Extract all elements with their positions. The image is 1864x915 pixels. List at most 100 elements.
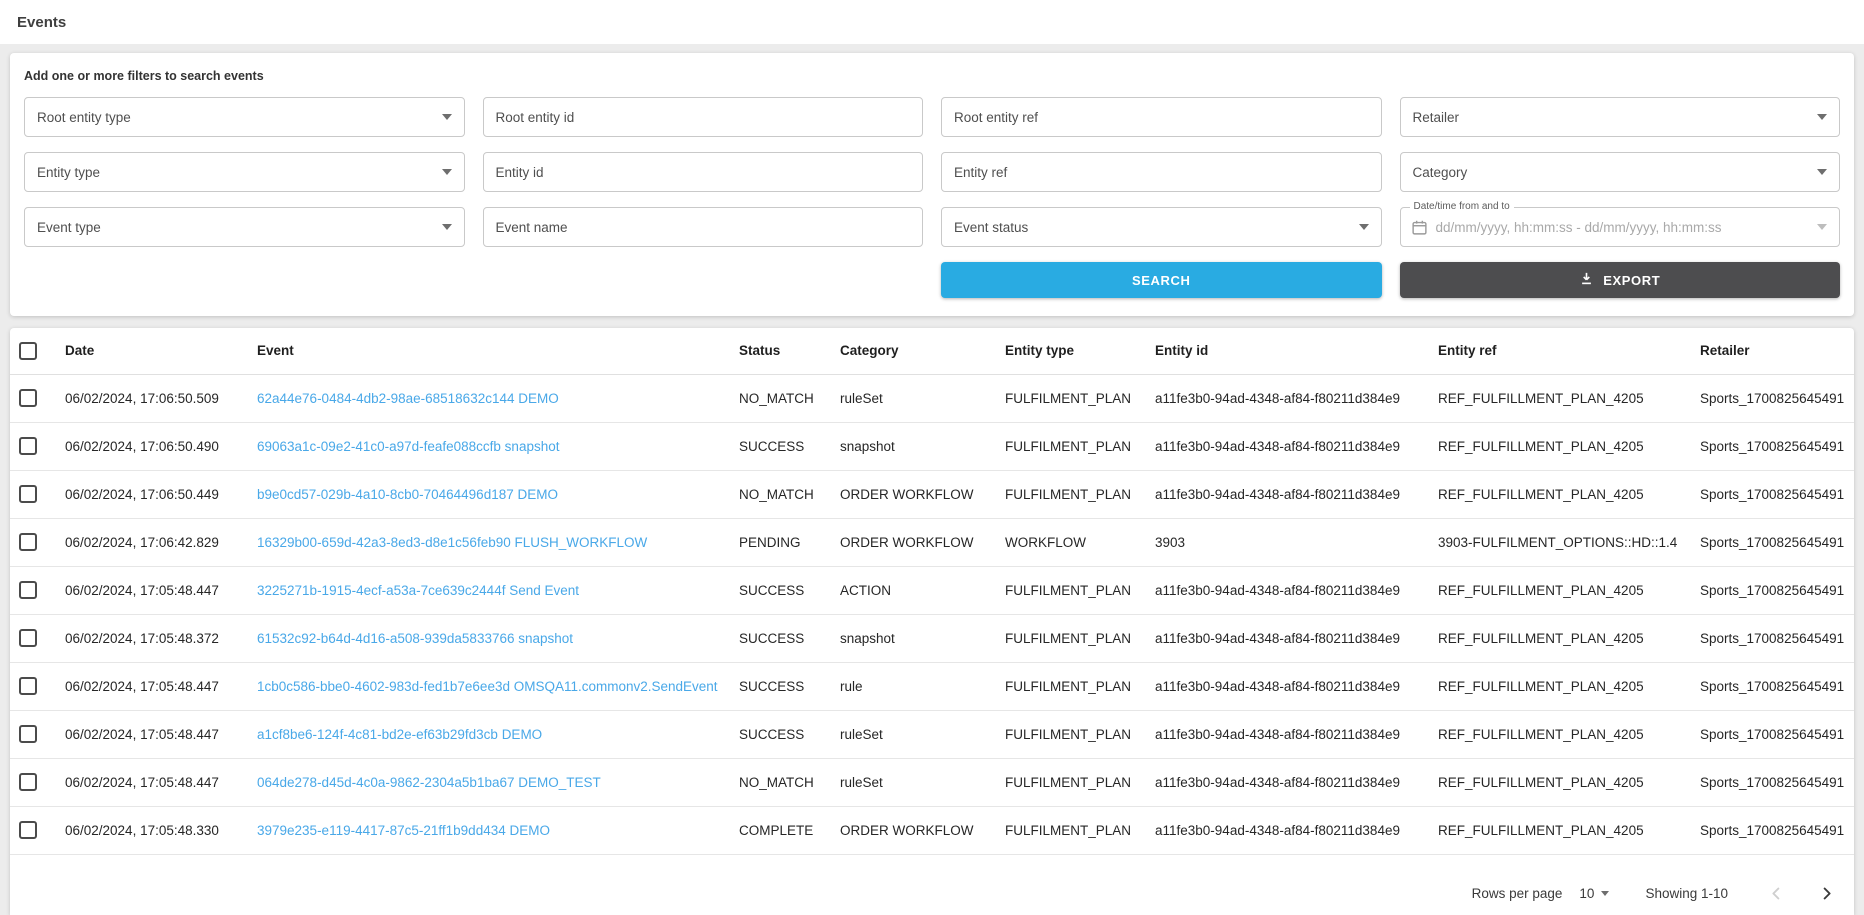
- entity-ref-cell: REF_FULFILLMENT_PLAN_4205: [1427, 758, 1689, 806]
- search-button[interactable]: SEARCH: [941, 262, 1382, 298]
- root-entity-id-input[interactable]: [483, 97, 924, 137]
- root-entity-type-select[interactable]: Root entity type: [24, 97, 465, 137]
- retailer-cell: Sports_1700825645491: [1689, 710, 1854, 758]
- retailer-cell: Sports_1700825645491: [1689, 422, 1854, 470]
- category-cell: ACTION: [829, 566, 994, 614]
- event-link[interactable]: 62a44e76-0484-4db2-98ae-68518632c144 DEM…: [246, 374, 728, 422]
- event-link[interactable]: 1cb0c586-bbe0-4602-983d-fed1b7e6ee3d OMS…: [246, 662, 728, 710]
- event-link[interactable]: 61532c92-b64d-4d16-a508-939da5833766 sna…: [246, 614, 728, 662]
- event-type-label: Event type: [37, 220, 101, 235]
- entity-type-select[interactable]: Entity type: [24, 152, 465, 192]
- select-all-checkbox[interactable]: [19, 342, 37, 360]
- column-header-status: Status: [728, 328, 829, 374]
- row-checkbox[interactable]: [19, 629, 37, 647]
- table-row: 06/02/2024, 17:05:48.3303979e235-e119-44…: [10, 806, 1854, 854]
- chevron-down-icon: [1817, 169, 1827, 175]
- event-link[interactable]: a1cf8be6-124f-4c81-bd2e-ef63b29fd3cb DEM…: [246, 710, 728, 758]
- row-checkbox[interactable]: [19, 725, 37, 743]
- event-link[interactable]: 3979e235-e119-4417-87c5-21ff1b9dd434 DEM…: [246, 806, 728, 854]
- search-button-label: SEARCH: [1132, 273, 1191, 288]
- date-cell: 06/02/2024, 17:06:50.509: [54, 374, 246, 422]
- event-name-input[interactable]: [483, 207, 924, 247]
- entity-id-input[interactable]: [483, 152, 924, 192]
- category-cell: ORDER WORKFLOW: [829, 518, 994, 566]
- export-button-label: EXPORT: [1603, 273, 1660, 288]
- chevron-down-icon: [442, 224, 452, 230]
- event-link[interactable]: 69063a1c-09e2-41c0-a97d-feafe088ccfb sna…: [246, 422, 728, 470]
- status-cell: SUCCESS: [728, 662, 829, 710]
- entity-id-cell: a11fe3b0-94ad-4348-af84-f80211d384e9: [1144, 806, 1427, 854]
- event-status-select[interactable]: Event status: [941, 207, 1382, 247]
- row-checkbox[interactable]: [19, 581, 37, 599]
- entity-id-cell: a11fe3b0-94ad-4348-af84-f80211d384e9: [1144, 614, 1427, 662]
- entity-id-cell: a11fe3b0-94ad-4348-af84-f80211d384e9: [1144, 758, 1427, 806]
- select-all-cell: [10, 328, 54, 374]
- table-row: 06/02/2024, 17:06:50.449b9e0cd57-029b-4a…: [10, 470, 1854, 518]
- chevron-right-icon: [1819, 886, 1834, 901]
- row-checkbox[interactable]: [19, 677, 37, 695]
- next-page-button[interactable]: [1814, 881, 1838, 905]
- row-checkbox[interactable]: [19, 821, 37, 839]
- entity-ref-cell: REF_FULFILLMENT_PLAN_4205: [1427, 422, 1689, 470]
- status-cell: SUCCESS: [728, 422, 829, 470]
- rows-per-page-label: Rows per page: [1472, 886, 1563, 901]
- filters-heading: Add one or more filters to search events: [24, 69, 1840, 83]
- event-link[interactable]: 3225271b-1915-4ecf-a53a-7ce639c2444f Sen…: [246, 566, 728, 614]
- column-header-event: Event: [246, 328, 728, 374]
- entity-type-cell: FULFILMENT_PLAN: [994, 806, 1144, 854]
- date-time-from-and-to-picker[interactable]: Date/time from and to: [1400, 207, 1841, 247]
- previous-page-button[interactable]: [1764, 881, 1788, 905]
- row-checkbox[interactable]: [19, 485, 37, 503]
- category-select[interactable]: Category: [1400, 152, 1841, 192]
- event-link[interactable]: 064de278-d45d-4c0a-9862-2304a5b1ba67 DEM…: [246, 758, 728, 806]
- entity-type-cell: FULFILMENT_PLAN: [994, 374, 1144, 422]
- retailer-select[interactable]: Retailer: [1400, 97, 1841, 137]
- row-checkbox[interactable]: [19, 389, 37, 407]
- entity-ref-input[interactable]: [941, 152, 1382, 192]
- row-checkbox-cell: [10, 614, 54, 662]
- row-checkbox[interactable]: [19, 437, 37, 455]
- chevron-down-icon: [1817, 114, 1827, 120]
- entity-type-cell: FULFILMENT_PLAN: [994, 422, 1144, 470]
- column-header-category: Category: [829, 328, 994, 374]
- event-link[interactable]: b9e0cd57-029b-4a10-8cb0-70464496d187 DEM…: [246, 470, 728, 518]
- chevron-down-icon: [1359, 224, 1369, 230]
- category-label: Category: [1413, 165, 1468, 180]
- status-cell: PENDING: [728, 518, 829, 566]
- entity-ref-cell: REF_FULFILLMENT_PLAN_4205: [1427, 614, 1689, 662]
- entity-ref-cell: REF_FULFILLMENT_PLAN_4205: [1427, 470, 1689, 518]
- entity-ref-cell: 3903-FULFILMENT_OPTIONS::HD::1.4: [1427, 518, 1689, 566]
- date-cell: 06/02/2024, 17:05:48.447: [54, 710, 246, 758]
- row-checkbox-cell: [10, 758, 54, 806]
- table-row: 06/02/2024, 17:06:42.82916329b00-659d-42…: [10, 518, 1854, 566]
- filters-panel: Add one or more filters to search events…: [10, 53, 1854, 316]
- rows-per-page-select[interactable]: 10: [1579, 886, 1609, 901]
- date-cell: 06/02/2024, 17:05:48.447: [54, 566, 246, 614]
- entity-type-cell: FULFILMENT_PLAN: [994, 662, 1144, 710]
- entity-ref-cell: REF_FULFILLMENT_PLAN_4205: [1427, 566, 1689, 614]
- retailer-cell: Sports_1700825645491: [1689, 566, 1854, 614]
- category-cell: ruleSet: [829, 758, 994, 806]
- event-type-select[interactable]: Event type: [24, 207, 465, 247]
- table-row: 06/02/2024, 17:05:48.37261532c92-b64d-4d…: [10, 614, 1854, 662]
- row-checkbox[interactable]: [19, 773, 37, 791]
- category-cell: ruleSet: [829, 710, 994, 758]
- chevron-down-icon: [442, 114, 452, 120]
- status-cell: NO_MATCH: [728, 374, 829, 422]
- root-entity-type-label: Root entity type: [37, 110, 131, 125]
- event-link[interactable]: 16329b00-659d-42a3-8ed3-d8e1c56feb90 FLU…: [246, 518, 728, 566]
- row-checkbox[interactable]: [19, 533, 37, 551]
- retailer-cell: Sports_1700825645491: [1689, 470, 1854, 518]
- row-checkbox-cell: [10, 806, 54, 854]
- date-time-from-and-to-input[interactable]: [1436, 220, 1818, 235]
- category-cell: ORDER WORKFLOW: [829, 470, 994, 518]
- entity-type-cell: FULFILMENT_PLAN: [994, 566, 1144, 614]
- entity-id-cell: a11fe3b0-94ad-4348-af84-f80211d384e9: [1144, 566, 1427, 614]
- chevron-left-icon: [1769, 886, 1784, 901]
- entity-id-cell: a11fe3b0-94ad-4348-af84-f80211d384e9: [1144, 710, 1427, 758]
- events-table: DateEventStatusCategoryEntity typeEntity…: [10, 328, 1854, 855]
- retailer-label: Retailer: [1413, 110, 1460, 125]
- export-button[interactable]: EXPORT: [1400, 262, 1841, 298]
- root-entity-ref-input[interactable]: [941, 97, 1382, 137]
- entity-type-cell: WORKFLOW: [994, 518, 1144, 566]
